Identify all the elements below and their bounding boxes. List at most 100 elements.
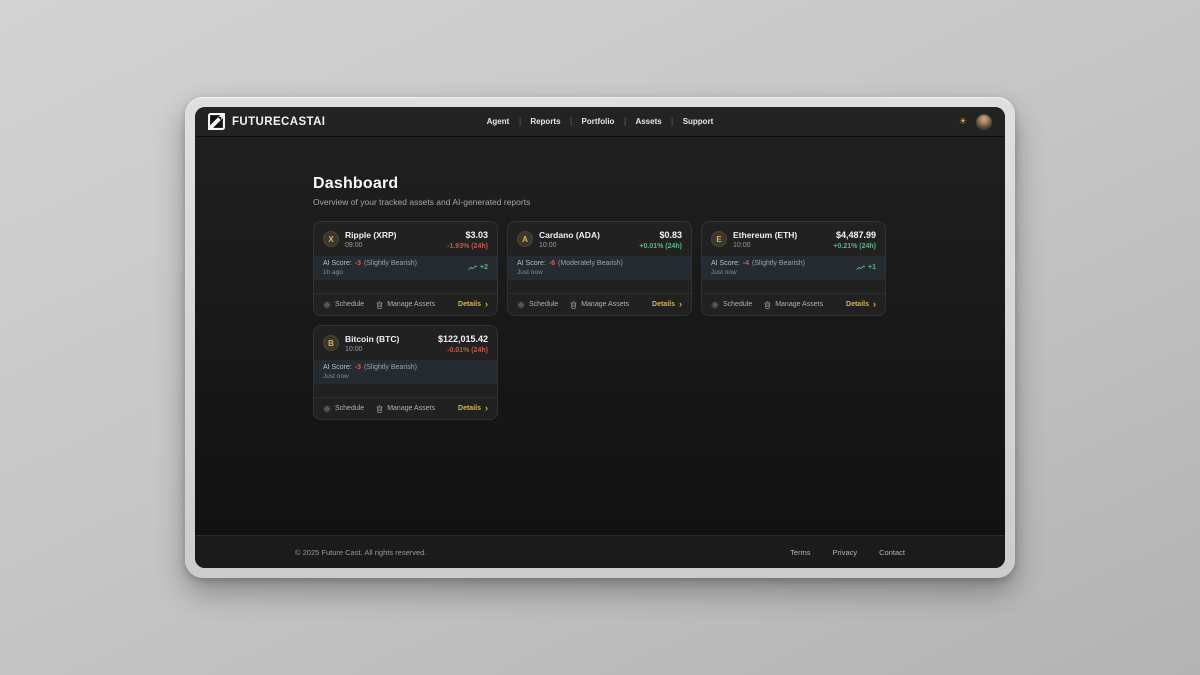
trash-icon [376,301,383,309]
nav-item-support[interactable]: Support [672,117,714,126]
ai-score-label: AI Score: [323,260,352,267]
asset-card-xrp: X Ripple (XRP) 09:00 $3.03 -1.93% (24h) [313,221,498,316]
manage-assets-label: Manage Assets [581,301,629,308]
trash-icon [764,301,771,309]
nav-item-agent[interactable]: Agent [487,117,510,126]
details-button[interactable]: Details › [652,300,682,309]
main-content: Dashboard Overview of your tracked asset… [195,137,1005,535]
asset-change: -0.01% (24h) [438,347,488,354]
asset-price: $4,487.99 [833,230,876,241]
trend-value: +2 [480,264,488,271]
chevron-right-icon: › [679,300,682,309]
details-label: Details [458,405,481,412]
ai-score-label: AI Score: [517,260,546,267]
page-footer: © 2025 Future Cast. All rights reserved.… [195,535,1005,568]
trash-icon [376,405,383,413]
asset-name: Cardano (ADA) [539,230,600,240]
app-header: FUTURECASTAI Agent Reports Portfolio Ass… [195,107,1005,137]
ai-age: 1h ago [323,269,417,276]
asset-cards-grid: X Ripple (XRP) 09:00 $3.03 -1.93% (24h) [313,221,887,420]
ai-score-strip: AI Score:-3(Slightly Bearish) 1h ago +2 [314,256,497,280]
manage-assets-button[interactable]: Manage Assets [764,301,823,309]
ai-score-value: -3 [355,260,361,267]
asset-name: Ripple (XRP) [345,230,396,240]
ai-sentiment: (Slightly Bearish) [752,260,805,267]
ai-sentiment: (Moderately Bearish) [558,260,623,267]
avatar[interactable] [976,114,992,130]
main-nav: Agent Reports Portfolio Assets Support [487,117,714,126]
asset-price: $3.03 [447,230,488,241]
schedule-button[interactable]: Schedule [517,301,558,309]
ai-score-value: -3 [355,364,361,371]
ai-score-value: -6 [549,260,555,267]
footer-links: Terms Privacy Contact [790,548,905,557]
footer-link-contact[interactable]: Contact [879,548,905,557]
manage-assets-button[interactable]: Manage Assets [570,301,629,309]
card-actions: Schedule Manage Assets Details › [314,293,497,315]
manage-assets-button[interactable]: Manage Assets [376,301,435,309]
brand-name: FUTURECASTAI [232,116,325,128]
schedule-label: Schedule [529,301,558,308]
trend-up-icon [468,265,477,271]
manage-assets-label: Manage Assets [775,301,823,308]
details-button[interactable]: Details › [458,300,488,309]
asset-coin-icon: X [323,231,339,247]
gear-icon [323,405,331,413]
asset-price: $0.83 [639,230,682,241]
brand-logo[interactable]: FUTURECASTAI [208,113,325,130]
schedule-label: Schedule [335,405,364,412]
ai-age: Just now [711,269,805,276]
asset-coin-icon: E [711,231,727,247]
schedule-button[interactable]: Schedule [323,301,364,309]
gear-icon [711,301,719,309]
asset-symbol: B [328,339,334,348]
asset-coin-icon: A [517,231,533,247]
schedule-button[interactable]: Schedule [323,405,364,413]
manage-assets-button[interactable]: Manage Assets [376,405,435,413]
nav-item-assets[interactable]: Assets [624,117,661,126]
manage-assets-label: Manage Assets [387,301,435,308]
header-actions: ☀ [959,114,992,130]
ai-score-value: -4 [743,260,749,267]
nav-item-portfolio[interactable]: Portfolio [571,117,615,126]
asset-change: +0.21% (24h) [833,243,876,250]
card-actions: Schedule Manage Assets Details › [508,293,691,315]
details-label: Details [458,301,481,308]
ai-sentiment: (Slightly Bearish) [364,364,417,371]
schedule-label: Schedule [723,301,752,308]
trend-badge: +2 [468,264,488,271]
ai-score-strip: AI Score:-6(Moderately Bearish) Just now [508,256,691,280]
footer-link-terms[interactable]: Terms [790,548,810,557]
trend-up-icon [856,265,865,271]
gear-icon [517,301,525,309]
ai-score-label: AI Score: [711,260,740,267]
asset-coin-icon: B [323,335,339,351]
asset-symbol: E [716,235,721,244]
asset-change: -1.93% (24h) [447,243,488,250]
asset-card-ada: A Cardano (ADA) 10:00 $0.83 +0.01% (24h) [507,221,692,316]
asset-time: 10:00 [733,242,797,249]
asset-time: 10:00 [539,242,600,249]
details-label: Details [652,301,675,308]
page-subtitle: Overview of your tracked assets and AI-g… [313,197,887,207]
details-button[interactable]: Details › [846,300,876,309]
ai-age: Just now [323,373,417,380]
page-title: Dashboard [313,175,887,193]
schedule-label: Schedule [335,301,364,308]
manage-assets-label: Manage Assets [387,405,435,412]
sun-icon[interactable]: ☀ [959,117,967,126]
ai-score-strip: AI Score:-4(Slightly Bearish) Just now +… [702,256,885,280]
details-button[interactable]: Details › [458,404,488,413]
asset-name: Bitcoin (BTC) [345,334,399,344]
chevron-right-icon: › [485,404,488,413]
asset-time: 09:00 [345,242,396,249]
asset-card-eth: E Ethereum (ETH) 10:00 $4,487.99 +0.21% … [701,221,886,316]
footer-link-privacy[interactable]: Privacy [833,548,858,557]
schedule-button[interactable]: Schedule [711,301,752,309]
gear-icon [323,301,331,309]
asset-time: 10:00 [345,346,399,353]
chevron-right-icon: › [485,300,488,309]
nav-item-reports[interactable]: Reports [519,117,560,126]
asset-symbol: X [328,235,333,244]
asset-price: $122,015.42 [438,334,488,345]
